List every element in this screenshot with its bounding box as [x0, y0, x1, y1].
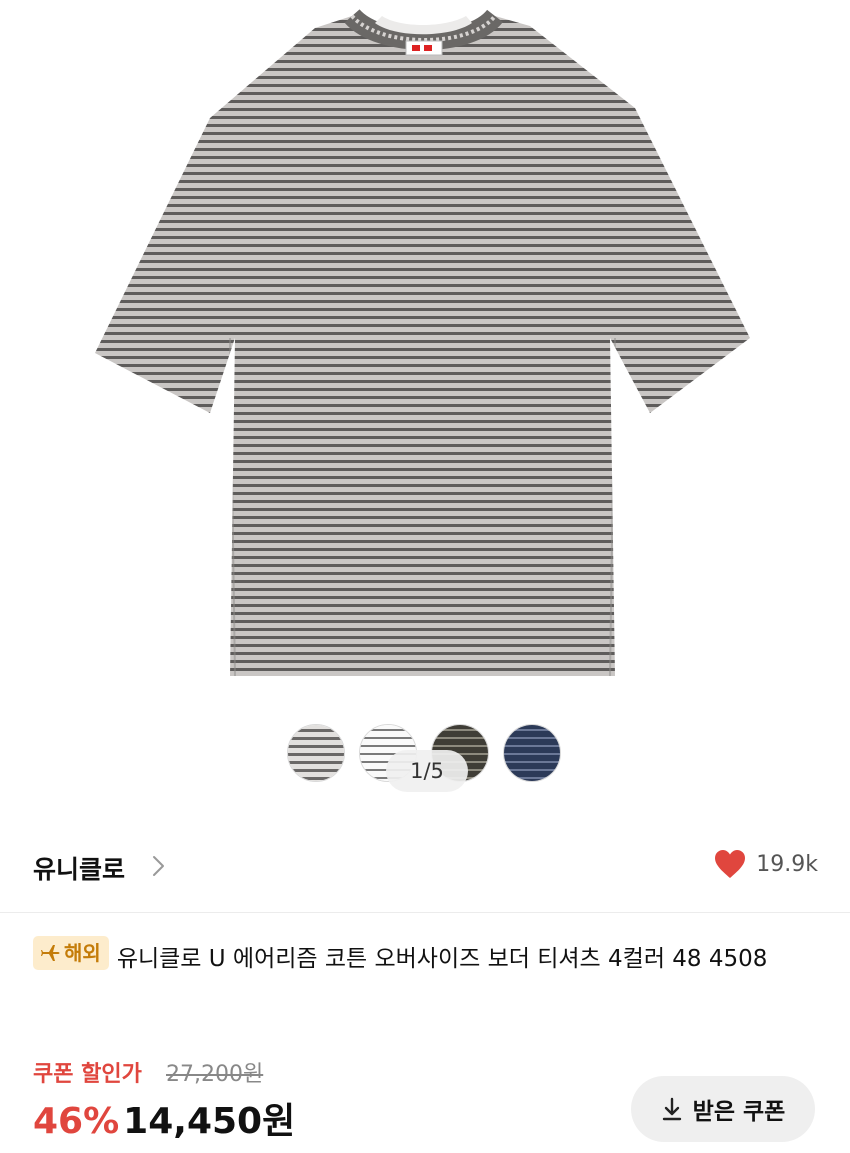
product-title-text: 유니클로 U 에어리즘 코튼 오버사이즈 보더 티셔츠 4컬러 48 4508: [116, 946, 768, 972]
airplane-icon: [41, 945, 60, 961]
received-coupon-label: 받은 쿠폰: [692, 1099, 786, 1125]
chevron-right-icon[interactable]: [150, 852, 168, 880]
brand-row: 유니클로 19.9k: [0, 832, 850, 900]
original-price: 27,200원: [166, 1062, 264, 1087]
swatch-grey[interactable]: [287, 724, 345, 782]
like-count: 19.9k: [756, 851, 818, 877]
price-row: 46% 14,450원: [33, 1092, 295, 1144]
final-price: 14,450원: [123, 1101, 296, 1142]
product-image[interactable]: [90, 8, 760, 683]
image-page-indicator: 1/5: [386, 750, 468, 792]
brand-name-link[interactable]: 유니클로: [33, 850, 125, 886]
swatch-navy[interactable]: [503, 724, 561, 782]
product-image-area[interactable]: 1/5: [0, 0, 850, 810]
like-button[interactable]: 19.9k: [713, 848, 818, 880]
overseas-badge-label: 해외: [64, 941, 101, 965]
coupon-price-label: 쿠폰 할인가: [33, 1062, 142, 1087]
received-coupon-button[interactable]: 받은 쿠폰: [631, 1076, 815, 1142]
product-title: 해외 유니클로 U 에어리즘 코튼 오버사이즈 보더 티셔츠 4컬러 48 45…: [33, 936, 818, 980]
overseas-badge: 해외: [33, 936, 109, 970]
discount-rate: 46%: [33, 1101, 120, 1142]
download-icon: [662, 1097, 681, 1121]
section-divider: [0, 912, 850, 913]
heart-icon: [715, 850, 746, 878]
